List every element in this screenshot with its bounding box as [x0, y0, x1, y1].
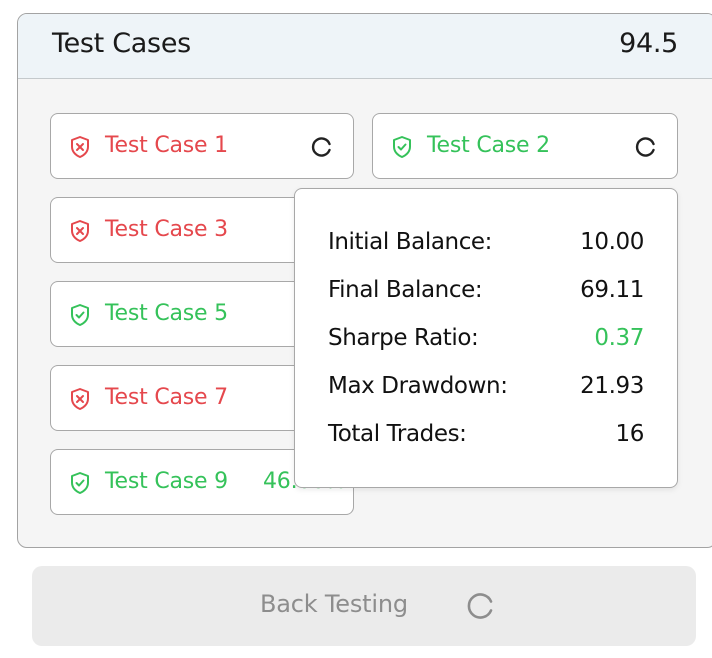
- spinner-icon: [311, 137, 331, 157]
- test-case-label: Test Case 9: [105, 469, 228, 494]
- back-testing-label: Back Testing: [260, 590, 408, 618]
- shield-x-icon: [71, 388, 89, 410]
- panel-title: Test Cases: [52, 28, 191, 59]
- metric-label: Total Trades:: [328, 421, 467, 447]
- spinner-icon: [635, 137, 655, 157]
- shield-x-icon: [71, 136, 89, 158]
- test-case-label: Test Case 3: [105, 217, 228, 242]
- metric-value: 69.11: [580, 277, 644, 303]
- test-case-label: Test Case 7: [105, 385, 228, 410]
- metric-initial-balance: Initial Balance: 10.00: [328, 229, 644, 259]
- shield-x-icon: [71, 220, 89, 242]
- metric-final-balance: Final Balance: 69.11: [328, 277, 644, 307]
- metric-value: 21.93: [580, 373, 644, 399]
- metric-value: 0.37: [594, 325, 644, 351]
- spinner-icon: [467, 593, 493, 619]
- metric-label: Final Balance:: [328, 277, 483, 303]
- shield-check-icon: [393, 136, 411, 158]
- metric-max-drawdown: Max Drawdown: 21.93: [328, 373, 644, 403]
- test-case-label: Test Case 2: [427, 133, 550, 158]
- test-case-label: Test Case 1: [105, 133, 228, 158]
- panel-header: Test Cases 94.5: [18, 14, 712, 79]
- metric-label: Initial Balance:: [328, 229, 493, 255]
- test-case-details-tooltip: Initial Balance: 10.00 Final Balance: 69…: [294, 188, 678, 488]
- overall-score: 94.5: [619, 28, 678, 59]
- metric-value: 10.00: [580, 229, 644, 255]
- shield-check-icon: [71, 304, 89, 326]
- shield-check-icon: [71, 472, 89, 494]
- test-case-card-1[interactable]: Test Case 1: [50, 113, 354, 179]
- test-case-card-2[interactable]: Test Case 2: [372, 113, 678, 179]
- metric-total-trades: Total Trades: 16: [328, 421, 644, 451]
- metric-label: Sharpe Ratio:: [328, 325, 479, 351]
- metric-value: 16: [615, 421, 645, 447]
- back-testing-button[interactable]: Back Testing: [32, 566, 696, 646]
- test-case-label: Test Case 5: [105, 301, 228, 326]
- metric-sharpe-ratio: Sharpe Ratio: 0.37: [328, 325, 644, 355]
- metric-label: Max Drawdown:: [328, 373, 508, 399]
